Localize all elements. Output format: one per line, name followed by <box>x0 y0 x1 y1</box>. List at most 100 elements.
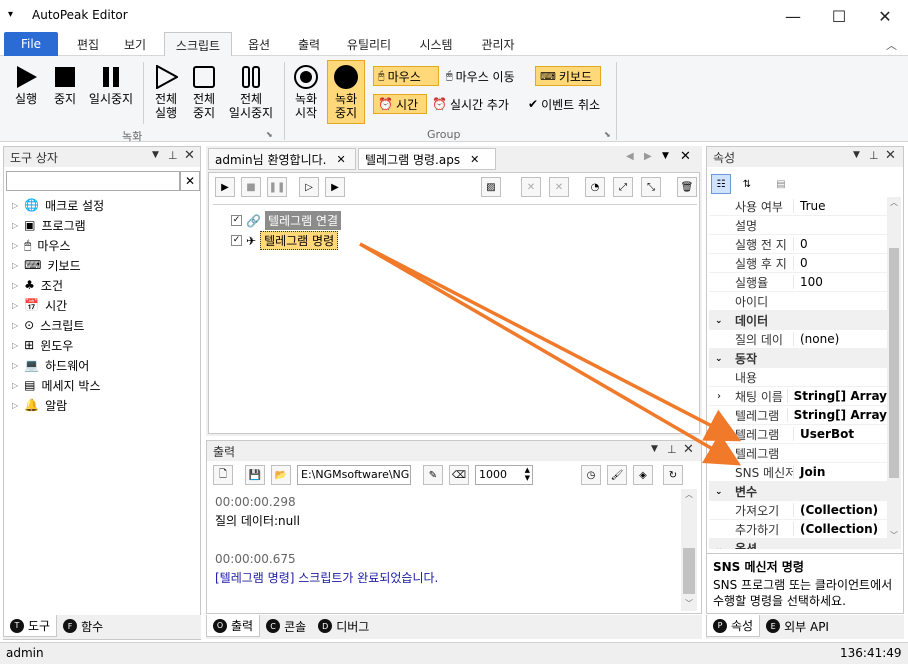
close-icon[interactable]: ✕ <box>683 442 694 457</box>
tab-view[interactable]: 보기 <box>112 32 158 56</box>
dropdown-icon[interactable]: ▼ <box>651 444 658 454</box>
property-row[interactable]: 실행 후 지 0 <box>709 254 887 273</box>
scroll-down-icon[interactable]: ﹀ <box>681 598 697 609</box>
tab-edit[interactable]: 편집 <box>66 32 110 56</box>
property-value[interactable]: UserBot <box>793 427 854 441</box>
log-path-input[interactable]: E:\NGMsoftware\NG <box>297 465 411 485</box>
eraser-icon[interactable]: ⌫ <box>449 465 469 485</box>
tree-item-script[interactable]: ▷ ⊙ 스크립트 <box>12 315 200 335</box>
delay-stepper[interactable]: 1000 ▲ ▼ <box>475 465 533 485</box>
property-row[interactable]: 가져오기 (Collection) <box>709 501 887 520</box>
property-row[interactable]: 설명 <box>709 216 887 235</box>
mouse-record-toggle[interactable]: 🖰 마우스 <box>373 66 439 86</box>
quick-access-icon[interactable]: ▾ <box>8 9 13 20</box>
dropdown-icon[interactable]: ▼ <box>152 150 159 160</box>
maximize-button[interactable]: ☐ <box>816 0 862 32</box>
tree-item-program[interactable]: ▷ ▣ 프로그램 <box>12 215 200 235</box>
tab-external-api[interactable]: E 외부 API <box>760 615 835 637</box>
trash-icon[interactable]: 🗑 <box>677 177 697 197</box>
tab-output-log[interactable]: O 출력 <box>206 615 261 637</box>
property-row[interactable]: 질의 데이 (none) <box>709 330 887 349</box>
close-icon[interactable]: ✕ <box>184 148 195 163</box>
property-row[interactable]: SNS 메신저 Join <box>709 463 887 482</box>
tab-properties[interactable]: P 속성 <box>706 615 761 637</box>
paint-bucket-icon[interactable]: ◈ <box>633 465 653 485</box>
tab-file[interactable]: File <box>4 32 58 56</box>
image-icon[interactable]: ▨ <box>481 177 501 197</box>
doc-tab-telegram[interactable]: 텔레그램 명령.aps ✕ <box>358 148 496 170</box>
tab-debug[interactable]: D 디버그 <box>312 615 375 637</box>
property-row[interactable]: › 채팅 이름 String[] Array <box>709 387 887 406</box>
keyboard-record-toggle[interactable]: ⌨ 키보드 <box>535 66 601 86</box>
collapse-icon[interactable]: ⌄ <box>715 316 723 326</box>
tree-item-keyboard[interactable]: ▷ ⌨ 키보드 <box>12 255 200 275</box>
script-node-connect[interactable]: ✓ 🔗 텔레그램 연결 <box>231 211 342 230</box>
expand-icon[interactable]: ⤢ <box>613 177 633 197</box>
minimize-button[interactable]: — <box>770 0 816 32</box>
run-button[interactable]: 실행 <box>10 64 42 106</box>
property-value[interactable]: (none) <box>793 332 839 346</box>
stop-button[interactable]: 중지 <box>50 64 80 106</box>
resize-grip-icon[interactable]: ⋰ <box>894 649 902 658</box>
property-value[interactable]: String[] Array <box>786 408 887 422</box>
sort-az-icon[interactable]: ⇅ <box>737 174 757 194</box>
open-folder-icon[interactable]: 📂 <box>271 465 291 485</box>
script-node-command[interactable]: ✓ ✈ 텔레그램 명령 <box>231 231 339 250</box>
tab-options[interactable]: 옵션 <box>236 32 282 56</box>
tab-tools[interactable]: T 도구 <box>3 615 58 637</box>
close-icon[interactable]: ✕ <box>336 153 345 166</box>
pin-icon[interactable]: ⊥ <box>667 443 677 456</box>
history-icon[interactable]: ◔ <box>585 177 605 197</box>
pause-all-button[interactable]: 전체 일시중지 <box>226 64 276 120</box>
property-value[interactable]: (Collection) <box>793 503 878 517</box>
property-category[interactable]: ⌄ 변수 <box>709 482 887 501</box>
close-icon[interactable]: ✕ <box>885 148 896 163</box>
property-value[interactable]: Join <box>793 465 825 479</box>
run-all-button[interactable]: 전체 실행 <box>150 64 182 120</box>
pause-script-button[interactable]: ❚❚ <box>267 177 287 197</box>
property-row[interactable]: 사용 여부 True <box>709 197 887 216</box>
tab-console[interactable]: C 콘솔 <box>260 615 312 637</box>
property-row[interactable]: 텔레그램 UserBot <box>709 425 887 444</box>
tab-utility[interactable]: 유틸리티 <box>336 32 402 56</box>
pin-icon[interactable]: ⊥ <box>869 149 879 162</box>
toolbox-search-input[interactable] <box>6 171 180 191</box>
realtime-add-toggle[interactable]: ⏰ 실시간 추가 <box>428 94 524 114</box>
mouse-move-toggle[interactable]: 🖱 마우스 이동 <box>442 66 534 86</box>
property-scrollbar[interactable]: ︿ ﹀ <box>887 197 901 549</box>
run-step-button[interactable]: ▷ <box>299 177 319 197</box>
event-cancel-toggle[interactable]: ✔ 이벤트 취소 <box>524 94 616 114</box>
scroll-thumb[interactable] <box>683 548 695 594</box>
run-script-button[interactable]: ▶ <box>215 177 235 197</box>
property-value[interactable]: (Collection) <box>793 522 878 536</box>
clear-search-button[interactable]: ✕ <box>180 171 200 191</box>
group-launcher-icon[interactable]: ⬊ <box>266 130 273 139</box>
tab-functions[interactable]: F 함수 <box>57 615 109 637</box>
categorized-icon[interactable]: ☷ <box>711 174 731 194</box>
scroll-left-icon[interactable]: ◀ <box>626 151 634 162</box>
run-selected-button[interactable]: ▶ <box>325 177 345 197</box>
dropdown-icon[interactable]: ▼ <box>662 151 669 161</box>
scroll-up-icon[interactable]: ︿ <box>887 197 901 208</box>
collapse-icon[interactable]: ⌄ <box>715 544 723 550</box>
collapse-icon[interactable]: ⌄ <box>715 487 723 497</box>
tree-item-mouse[interactable]: ▷ 🖱 마우스 <box>12 235 200 255</box>
tree-item-macro-settings[interactable]: ▷ 🌐 매크로 설정 <box>12 195 200 215</box>
expand-icon[interactable]: › <box>717 391 721 402</box>
tree-item-hardware[interactable]: ▷ 💻 하드웨어 <box>12 355 200 375</box>
close-icon[interactable]: ✕ <box>470 153 479 166</box>
checkbox[interactable]: ✓ <box>231 235 242 246</box>
output-scrollbar[interactable]: ︿ ﹀ <box>681 489 697 611</box>
pause-button[interactable]: 일시중지 <box>86 64 136 106</box>
property-row[interactable]: 실행 전 지 0 <box>709 235 887 254</box>
property-value[interactable]: 100 <box>793 275 823 289</box>
record-stop-button[interactable]: 녹화 중지 <box>327 60 365 124</box>
scroll-up-icon[interactable]: ︿ <box>681 489 697 500</box>
property-row[interactable]: 추가하기 (Collection) <box>709 520 887 539</box>
tab-output[interactable]: 출력 <box>286 32 332 56</box>
expand-icon[interactable]: › <box>717 410 721 421</box>
property-value[interactable]: String[] Array <box>786 389 887 403</box>
property-category[interactable]: ⌄ 옵션 <box>709 539 887 549</box>
scroll-right-icon[interactable]: ▶ <box>644 151 652 162</box>
property-pages-icon[interactable]: ▤ <box>771 174 791 194</box>
